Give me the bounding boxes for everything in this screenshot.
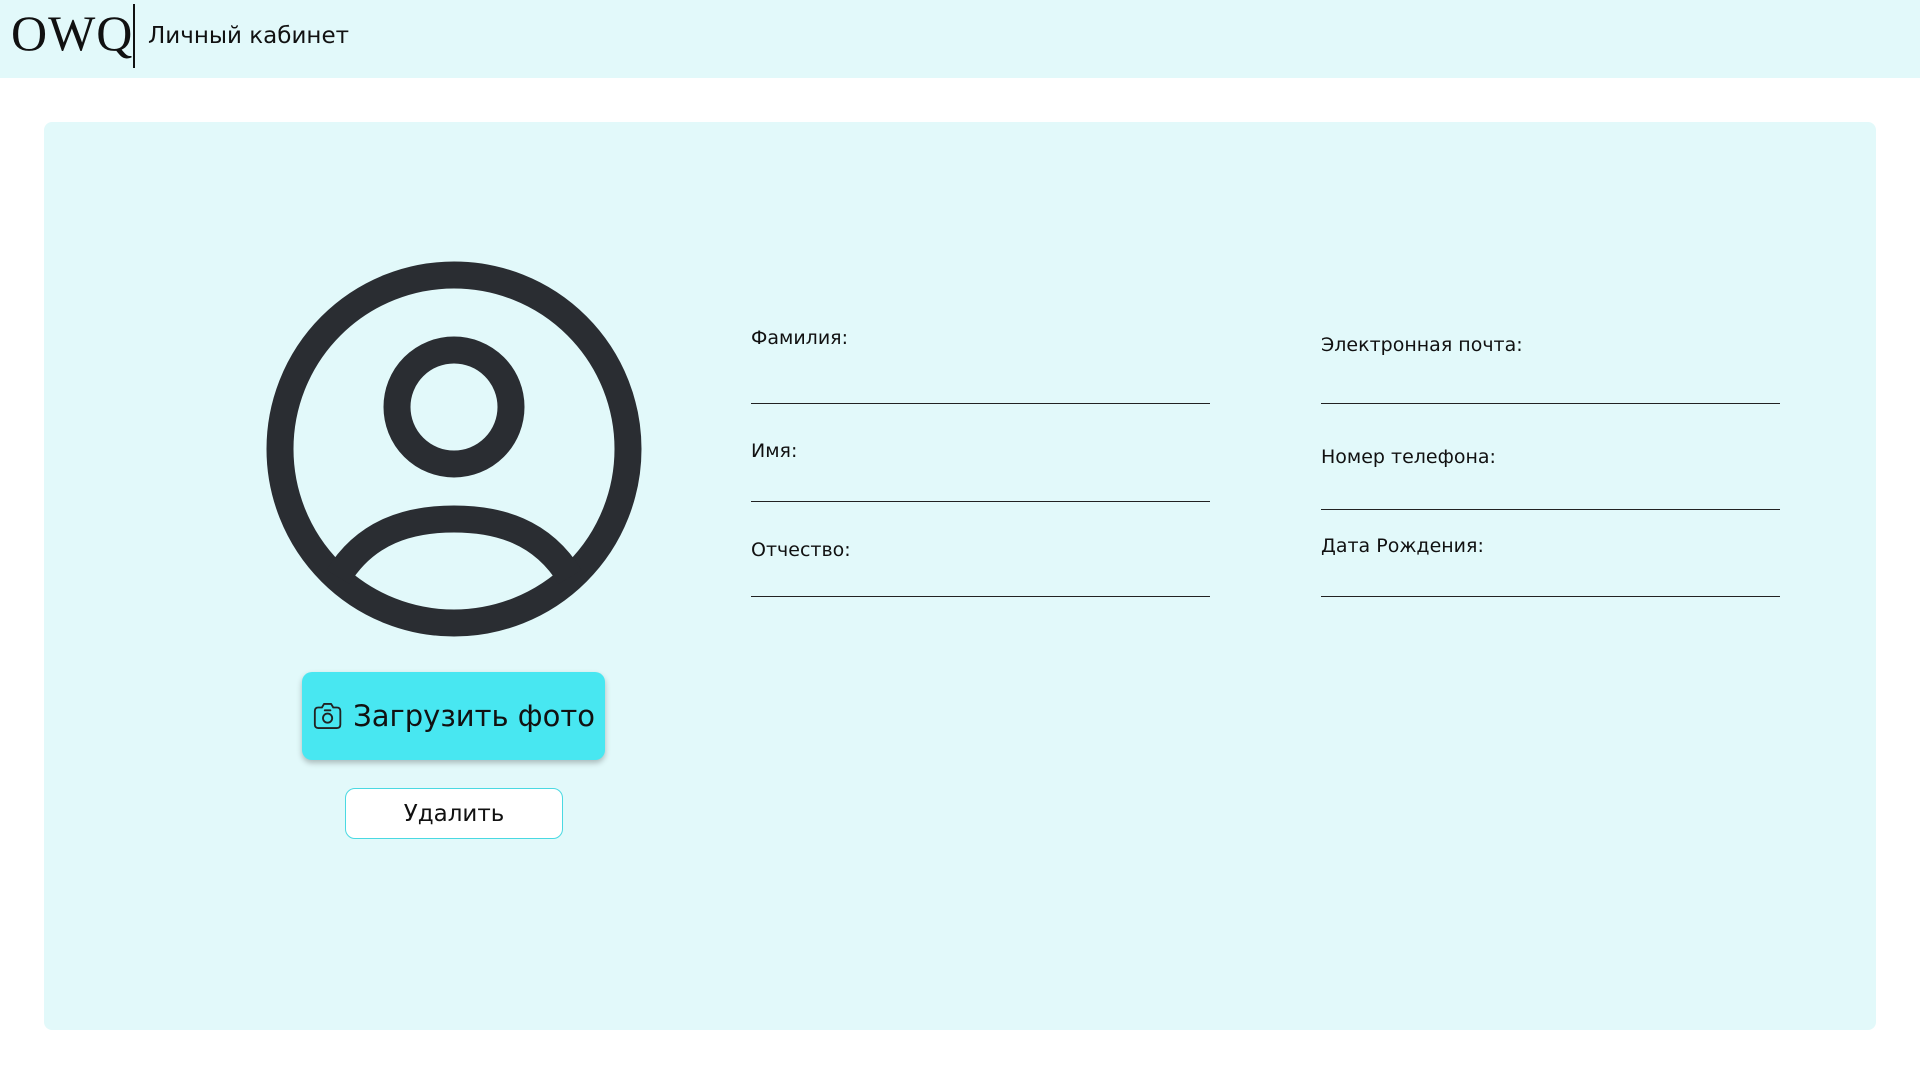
name-field[interactable] (751, 468, 1210, 502)
delete-photo-label: Удалить (403, 800, 505, 827)
birthdate-field[interactable] (1321, 563, 1780, 597)
user-circle-icon (266, 261, 642, 637)
phone-label: Номер телефона: (1321, 446, 1496, 468)
top-bar: OWQ Личный кабинет (0, 0, 1920, 78)
patronymic-label: Отчество: (751, 539, 851, 561)
surname-field[interactable] (751, 370, 1210, 404)
patronymic-field[interactable] (751, 563, 1210, 597)
delete-photo-button[interactable]: Удалить (345, 788, 563, 839)
camera-icon (313, 703, 342, 729)
name-label: Имя: (751, 440, 798, 462)
birthdate-label: Дата Рождения: (1321, 535, 1484, 557)
email-field[interactable] (1321, 370, 1780, 404)
page-title: Личный кабинет (148, 23, 349, 49)
phone-field[interactable] (1321, 476, 1780, 510)
email-label: Электронная почта: (1321, 334, 1523, 356)
logo[interactable]: OWQ (11, 8, 133, 58)
header-divider (133, 4, 135, 68)
upload-photo-button[interactable]: Загрузить фото (302, 672, 605, 760)
upload-photo-label: Загрузить фото (353, 699, 595, 733)
surname-label: Фамилия: (751, 327, 849, 349)
